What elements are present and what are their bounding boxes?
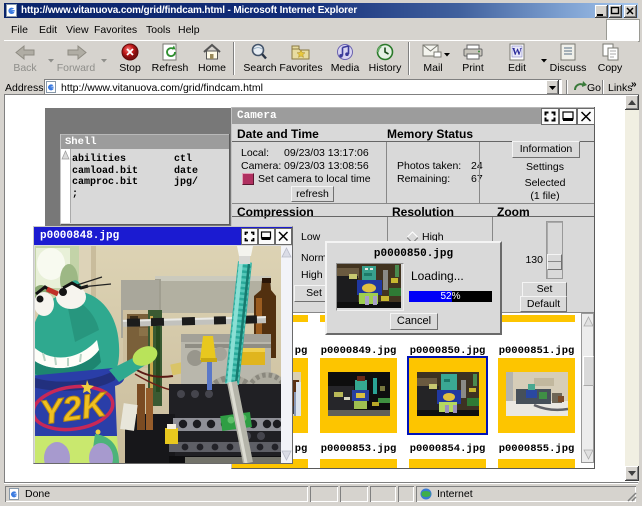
svg-text:W: W bbox=[512, 47, 522, 58]
